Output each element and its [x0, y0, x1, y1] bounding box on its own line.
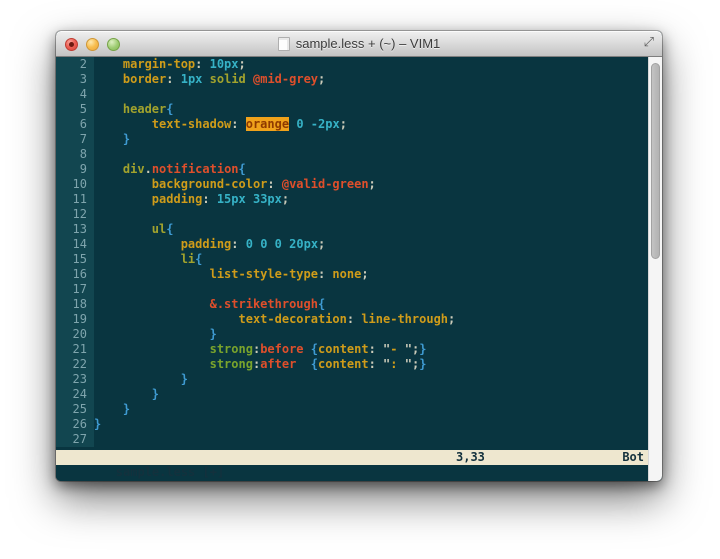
code-line[interactable]: 9 div.notification{: [56, 162, 662, 177]
code-text: [94, 282, 662, 297]
code-text: padding: 0 0 0 20px;: [94, 237, 662, 252]
code-text: }: [94, 402, 662, 417]
code-line[interactable]: 3 border: 1px solid @mid-grey;: [56, 72, 662, 87]
line-number: 7: [56, 132, 94, 147]
code-line[interactable]: 14 padding: 0 0 0 20px;: [56, 237, 662, 252]
modified-dot-icon: [69, 42, 74, 47]
line-number: 12: [56, 207, 94, 222]
close-button[interactable]: [65, 38, 78, 51]
line-number: 22: [56, 357, 94, 372]
code-text: background-color: @valid-green;: [94, 177, 662, 192]
code-line[interactable]: 16 list-style-type: none;: [56, 267, 662, 282]
line-number: 11: [56, 192, 94, 207]
document-icon: [278, 37, 290, 51]
line-number: 15: [56, 252, 94, 267]
code-text: text-shadow: orange 0 -2px;: [94, 117, 662, 132]
line-number: 21: [56, 342, 94, 357]
code-text: header{: [94, 102, 662, 117]
code-line[interactable]: 6 text-shadow: orange 0 -2px;: [56, 117, 662, 132]
line-number: 17: [56, 282, 94, 297]
line-number: 13: [56, 222, 94, 237]
code-line[interactable]: 2 margin-top: 10px;: [56, 57, 662, 72]
scrollbar-track[interactable]: [648, 57, 662, 481]
code-text: text-decoration: line-through;: [94, 312, 662, 327]
code-line[interactable]: 19 text-decoration: line-through;: [56, 312, 662, 327]
line-number: 5: [56, 102, 94, 117]
code-text: }: [94, 372, 662, 387]
code-text: [94, 207, 662, 222]
window-title: sample.less + (~) – VIM1: [296, 36, 441, 51]
minimize-button[interactable]: [86, 38, 99, 51]
line-number: 16: [56, 267, 94, 282]
code-line[interactable]: 13 ul{: [56, 222, 662, 237]
code-text: &.strikethrough{: [94, 297, 662, 312]
line-number: 14: [56, 237, 94, 252]
line-number: 23: [56, 372, 94, 387]
code-text: li{: [94, 252, 662, 267]
code-text: }: [94, 327, 662, 342]
editor-area[interactable]: 2 margin-top: 10px;3 border: 1px solid @…: [56, 57, 662, 450]
code-text: [94, 432, 662, 447]
code-line[interactable]: 10 background-color: @valid-green;: [56, 177, 662, 192]
code-text: div.notification{: [94, 162, 662, 177]
code-line[interactable]: 23 }: [56, 372, 662, 387]
traffic-lights: [65, 31, 120, 57]
desktop-background: sample.less + (~) – VIM1 ⤢ 2 margin-top:…: [0, 0, 720, 559]
code-line[interactable]: 21 strong:before {content: "- ";}: [56, 342, 662, 357]
fullscreen-icon[interactable]: ⤢: [644, 36, 654, 49]
cursor-position: 3,33: [456, 450, 485, 465]
statusline-filename: sample.less [+]: [116, 465, 224, 479]
code-line[interactable]: 18 &.strikethrough{: [56, 297, 662, 312]
code-line[interactable]: 20 }: [56, 327, 662, 342]
code-line[interactable]: 22 strong:after {content: ": ";}: [56, 357, 662, 372]
scroll-position: Bot: [622, 450, 644, 465]
line-number: 3: [56, 72, 94, 87]
code-line[interactable]: 7 }: [56, 132, 662, 147]
line-number: 20: [56, 327, 94, 342]
title-group: sample.less + (~) – VIM1: [278, 36, 441, 51]
code-line[interactable]: 8: [56, 147, 662, 162]
code-line[interactable]: 27: [56, 432, 662, 447]
code-text: }: [94, 387, 662, 402]
line-number: 8: [56, 147, 94, 162]
code-line[interactable]: 12: [56, 207, 662, 222]
line-number: 26: [56, 417, 94, 432]
code-line[interactable]: 24 }: [56, 387, 662, 402]
code-text: [94, 147, 662, 162]
code-line[interactable]: 5 header{: [56, 102, 662, 117]
code-text: [94, 87, 662, 102]
code-text: }: [94, 132, 662, 147]
line-number: 25: [56, 402, 94, 417]
zoom-button[interactable]: [107, 38, 120, 51]
code-text: }: [94, 417, 662, 432]
code-text: strong:before {content: "- ";}: [94, 342, 662, 357]
code-text: ul{: [94, 222, 662, 237]
code-line[interactable]: 4: [56, 87, 662, 102]
mode-text: -- INSERT --: [116, 480, 203, 481]
code-text: border: 1px solid @mid-grey;: [94, 72, 662, 87]
scrollbar-thumb[interactable]: [651, 63, 660, 259]
code-line[interactable]: 11 padding: 15px 33px;: [56, 192, 662, 207]
code-line[interactable]: 17: [56, 282, 662, 297]
line-number: 27: [56, 432, 94, 447]
statusline: sample.less [+] 3,33 Bot: [56, 450, 662, 465]
code-text: margin-top: 10px;: [94, 57, 662, 72]
line-number: 9: [56, 162, 94, 177]
code-line[interactable]: 15 li{: [56, 252, 662, 267]
code-text: padding: 15px 33px;: [94, 192, 662, 207]
code-line[interactable]: 25 }: [56, 402, 662, 417]
code-text: list-style-type: none;: [94, 267, 662, 282]
vim-window: sample.less + (~) – VIM1 ⤢ 2 margin-top:…: [56, 31, 662, 481]
line-number: 24: [56, 387, 94, 402]
line-number: 10: [56, 177, 94, 192]
code-text: strong:after {content: ": ";}: [94, 357, 662, 372]
line-number: 18: [56, 297, 94, 312]
titlebar[interactable]: sample.less + (~) – VIM1 ⤢: [56, 31, 662, 57]
code-line[interactable]: 26}: [56, 417, 662, 432]
editor-body: 2 margin-top: 10px;3 border: 1px solid @…: [56, 57, 662, 481]
line-number: 4: [56, 87, 94, 102]
line-number: 19: [56, 312, 94, 327]
line-number: 2: [56, 57, 94, 72]
line-number: 6: [56, 117, 94, 132]
